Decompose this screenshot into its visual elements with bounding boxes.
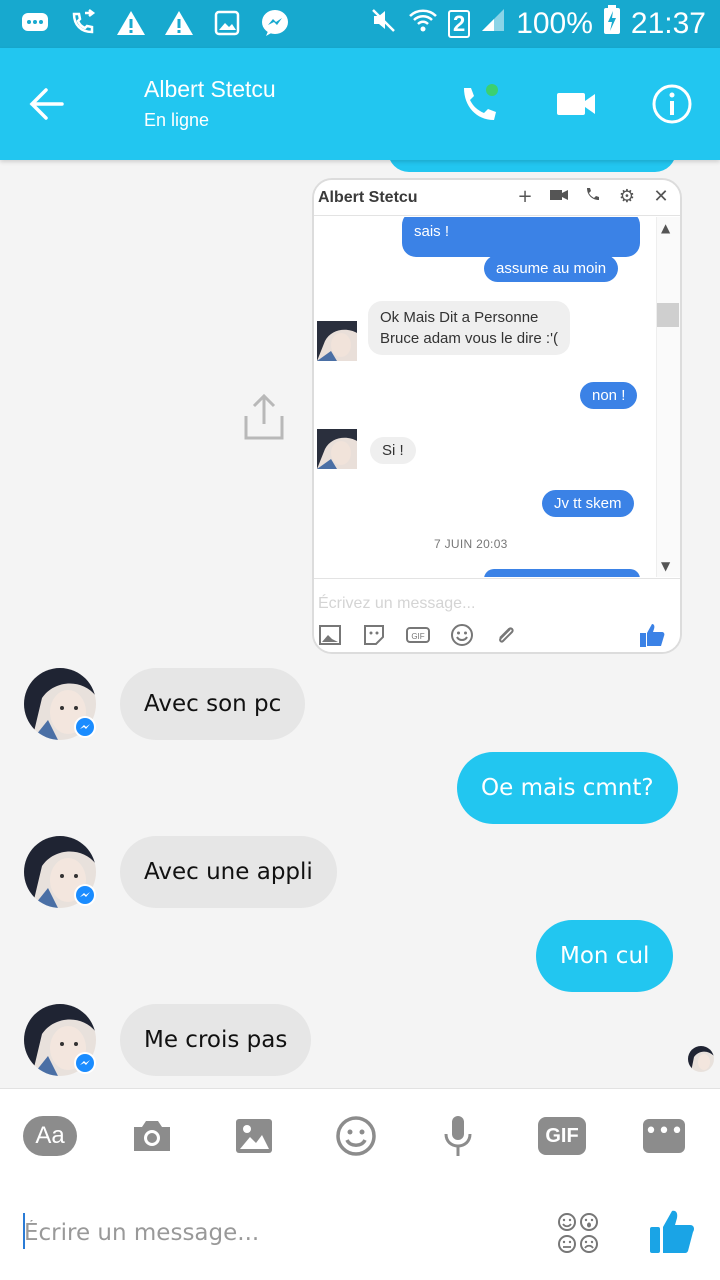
battery-percent: 100% <box>516 7 593 40</box>
messenger-badge-icon <box>74 884 96 906</box>
sticker-icon <box>362 623 386 647</box>
info-button[interactable] <box>650 82 694 126</box>
camera-icon <box>134 1121 170 1151</box>
screenshot-avatar <box>317 321 357 361</box>
outgoing-message[interactable]: Oe mais cmnt? <box>457 752 678 824</box>
voice-message-button[interactable] <box>430 1113 486 1159</box>
screenshot-composer: Écrivez un message... GIF <box>314 578 680 652</box>
sticker-faces-button[interactable] <box>556 1211 600 1255</box>
warning-icon-2 <box>164 8 194 38</box>
composer: Aa GIF ••• <box>0 1088 720 1280</box>
clock: 21:37 <box>630 7 706 40</box>
screenshot-bubble: Ok Mais Dit a Personne Bruce adam vous l… <box>368 301 570 355</box>
contact-name[interactable]: Albert Stetcu <box>144 76 276 103</box>
composer-toolbar: Aa GIF ••• <box>0 1089 720 1185</box>
share-icon[interactable] <box>242 392 286 442</box>
screenshot-bubble: assume au moin <box>484 255 619 282</box>
incoming-message[interactable]: Avec une appli <box>120 836 337 908</box>
contact-avatar[interactable] <box>24 1004 96 1076</box>
image-icon <box>236 1119 272 1153</box>
like-button[interactable] <box>648 1207 696 1257</box>
more-button[interactable]: ••• <box>636 1113 692 1159</box>
message-list[interactable]: Albert Stetcu + ⚙ ✕ sais ! assume au moi… <box>0 160 720 1088</box>
emoji-faces-icon <box>558 1213 598 1253</box>
scroll-thumb <box>657 303 679 327</box>
scroll-down-icon: ▼ <box>661 559 671 573</box>
aa-label: Aa <box>23 1116 77 1156</box>
photo-icon <box>318 623 342 647</box>
outgoing-message[interactable]: Mon cul <box>536 920 674 992</box>
screenshot-bubble: Jv tt skem <box>542 490 634 517</box>
warning-icon <box>116 8 146 38</box>
screenshot-chat-header: Albert Stetcu + ⚙ ✕ <box>314 180 680 216</box>
more-icon: ••• <box>643 1119 685 1153</box>
battery-charging-icon <box>603 5 621 43</box>
emoji-icon <box>336 1116 376 1156</box>
gif-label: GIF <box>538 1117 586 1155</box>
emoji-button[interactable] <box>328 1113 384 1159</box>
text-style-button[interactable]: Aa <box>22 1113 78 1159</box>
gear-icon: ⚙ <box>618 186 636 207</box>
video-icon <box>548 186 570 207</box>
svg-text:GIF: GIF <box>411 632 424 641</box>
status-bar: 2 100% 21:37 <box>0 0 720 48</box>
thumbs-up-icon <box>638 621 666 649</box>
gallery-button[interactable] <box>226 1113 282 1159</box>
plus-icon: + <box>517 186 533 207</box>
microphone-icon <box>444 1116 472 1156</box>
attachment-icon <box>494 623 518 647</box>
phone-icon <box>582 186 604 207</box>
screenshot-date-separator: 7 JUIN 20:03 <box>434 537 508 551</box>
screenshot-scrollbar: ▲ ▼ <box>656 217 680 577</box>
contact-status: En ligne <box>144 110 210 130</box>
scroll-up-icon: ▲ <box>661 221 671 235</box>
voice-call-button[interactable] <box>458 82 502 126</box>
screenshot-bubble-partial <box>484 569 640 577</box>
screenshot-title: Albert Stetcu <box>318 189 418 206</box>
gif-button[interactable]: GIF <box>534 1113 590 1159</box>
screenshot-messages: sais ! assume au moin Ok Mais Dit a Pers… <box>314 217 656 577</box>
thumbs-up-icon <box>650 1210 694 1253</box>
gif-icon: GIF <box>406 623 430 647</box>
emoji-icon <box>450 623 474 647</box>
back-button[interactable] <box>26 84 70 124</box>
screenshot-bubble: non ! <box>580 382 638 409</box>
wifi-icon <box>408 7 438 41</box>
messenger-badge-icon <box>74 1052 96 1074</box>
conversation-header: Albert Stetcu En ligne <box>0 48 720 160</box>
incoming-message[interactable]: Me crois pas <box>120 1004 312 1076</box>
messages-notification-icon <box>20 8 50 38</box>
screenshot-bubble: Si ! <box>370 437 416 464</box>
messenger-badge-icon <box>74 716 96 738</box>
message-input[interactable] <box>24 1213 524 1253</box>
sim-badge: 2 <box>447 10 471 38</box>
gallery-notification-icon <box>212 8 242 38</box>
shared-screenshot[interactable]: Albert Stetcu + ⚙ ✕ sais ! assume au moi… <box>312 178 682 654</box>
close-icon: ✕ <box>653 186 669 207</box>
camera-button[interactable] <box>124 1113 180 1159</box>
messenger-notification-icon <box>260 8 290 38</box>
call-forward-icon <box>68 8 98 38</box>
outgoing-image-bubble-edge <box>388 160 676 172</box>
screenshot-input-placeholder: Écrivez un message... <box>318 595 476 612</box>
video-call-button[interactable] <box>554 84 598 124</box>
mute-icon <box>370 7 398 41</box>
contact-avatar[interactable] <box>24 668 96 740</box>
signal-icon <box>480 7 506 41</box>
seen-indicator-avatar <box>688 1046 714 1072</box>
incoming-message[interactable]: Avec son pc <box>120 668 306 740</box>
screenshot-avatar <box>317 429 357 469</box>
contact-avatar[interactable] <box>24 836 96 908</box>
screenshot-bubble: sais ! <box>402 217 640 257</box>
